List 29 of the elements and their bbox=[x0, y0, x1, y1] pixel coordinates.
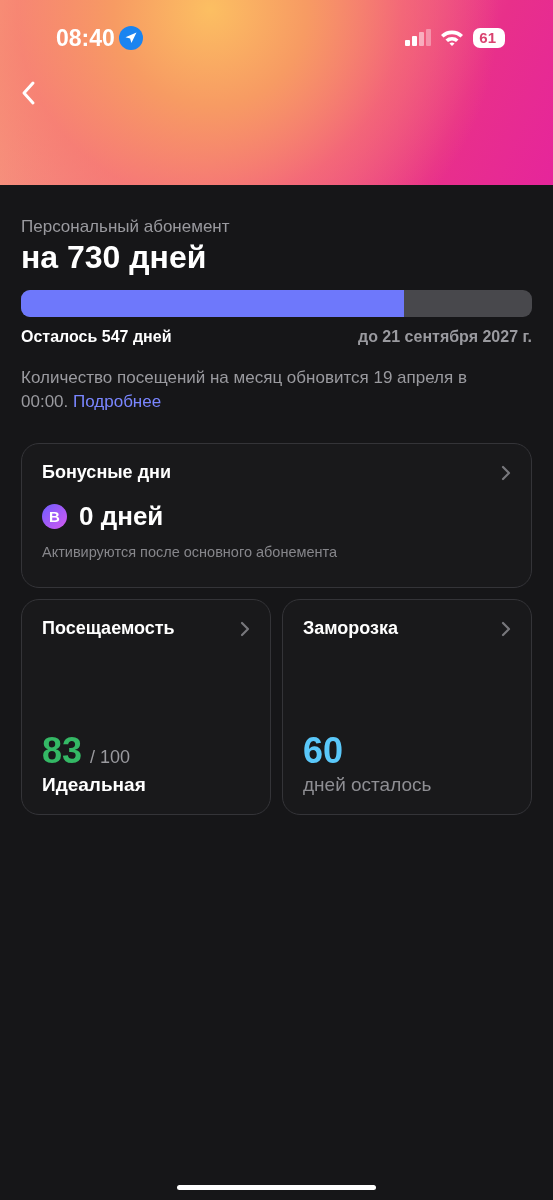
stat-value: 60 bbox=[303, 730, 344, 772]
card-title: Бонусные дни bbox=[42, 462, 171, 483]
end-date: до 21 сентября 2027 г. bbox=[357, 328, 532, 346]
stat-value: 83 bbox=[42, 730, 83, 772]
stat-card[interactable]: Посещаемость 83 / 100 Идеальная bbox=[21, 599, 271, 815]
signal-icon bbox=[405, 29, 432, 47]
battery-indicator: 61 bbox=[473, 28, 505, 48]
bonus-days-card[interactable]: Бонусные дни В 0 дней Активируются после основного абонемента bbox=[21, 443, 532, 588]
stat-card[interactable]: Заморозка 60 дней осталось bbox=[282, 599, 532, 815]
chevron-right-icon bbox=[240, 620, 250, 637]
stat-label: дней осталось bbox=[303, 774, 433, 796]
wifi-icon bbox=[440, 29, 465, 47]
chevron-right-icon bbox=[501, 464, 511, 481]
stat-label: Идеальная bbox=[42, 774, 147, 796]
bonus-hint: Активируются после основного абонемента bbox=[42, 544, 339, 560]
bonus-value: 0 дней bbox=[79, 501, 164, 532]
details-link[interactable]: Подробнее bbox=[73, 392, 162, 411]
status-time: 08:40 bbox=[56, 24, 115, 52]
back-icon bbox=[20, 80, 36, 106]
card-title: Посещаемость bbox=[42, 618, 175, 639]
chevron-right-icon bbox=[501, 620, 511, 637]
subscription-caption: Персональный абонемент bbox=[21, 217, 231, 237]
visits-note: Количество посещений на месяц обновится 19 апреля в 00:00. Подробнее bbox=[21, 367, 468, 413]
location-icon bbox=[118, 26, 143, 50]
card-title: Заморозка bbox=[303, 618, 399, 639]
bonus-badge: В bbox=[42, 504, 67, 529]
subscription-title: на 730 дней bbox=[21, 239, 208, 276]
days-remaining: Осталось 547 дней bbox=[21, 328, 172, 346]
stat-max: / 100 bbox=[90, 747, 131, 768]
